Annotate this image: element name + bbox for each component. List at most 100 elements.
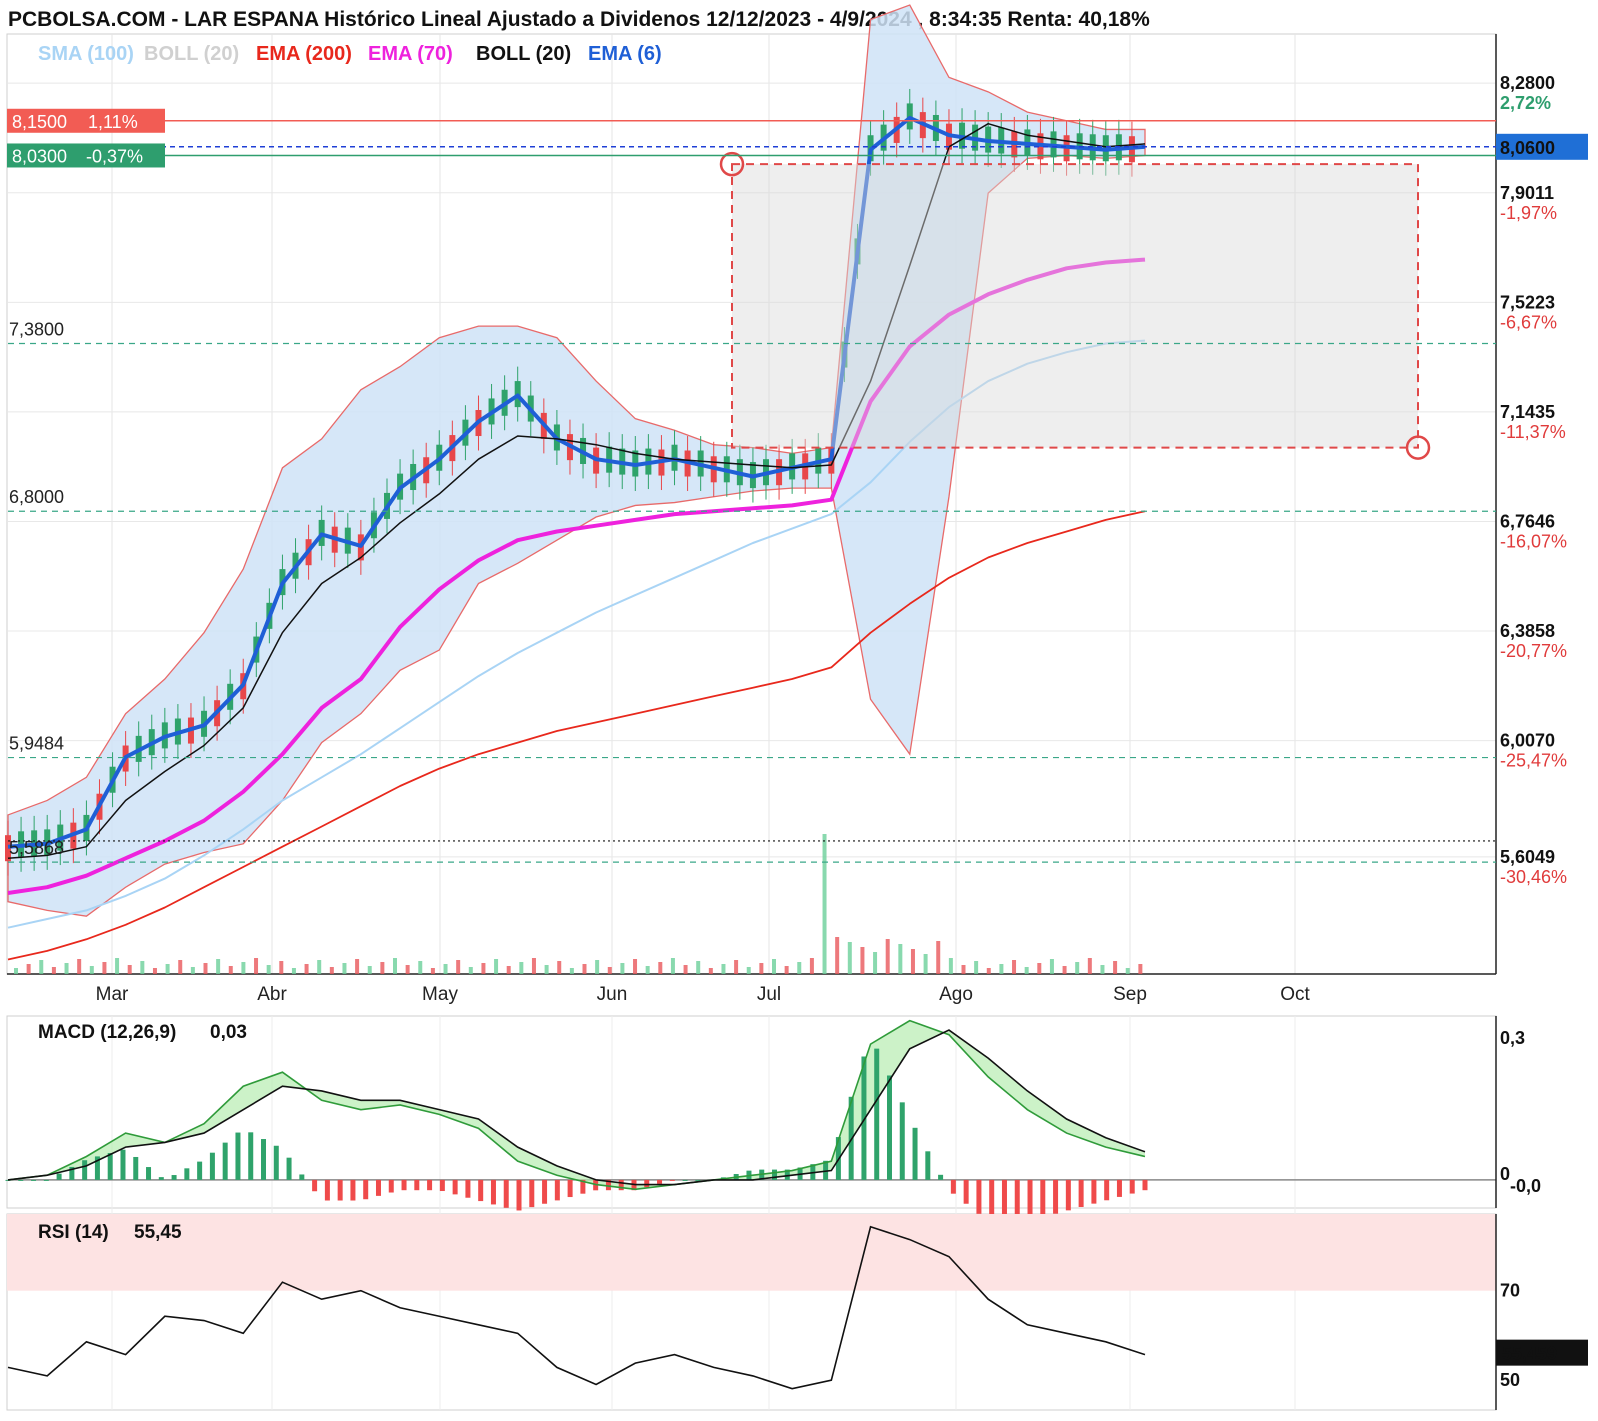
volume-bar <box>216 959 221 974</box>
volume-bar <box>544 965 549 974</box>
volume-bar <box>809 958 814 974</box>
macd-histogram-bar <box>669 1179 675 1181</box>
volume-bar <box>645 966 650 974</box>
macd-axis-top: 0,3 <box>1500 1028 1525 1048</box>
volume-bar <box>279 961 284 974</box>
volume-bar <box>885 939 890 974</box>
macd-histogram-bar <box>1116 1179 1122 1197</box>
macd-histogram-bar <box>1091 1179 1097 1204</box>
axis-value: 7,9011 <box>1500 183 1554 203</box>
rsi-value: 55,45 <box>134 1222 182 1243</box>
level-label: 6,8000 <box>9 487 64 507</box>
macd-histogram-bar <box>286 1157 292 1180</box>
volume-bar <box>784 966 789 974</box>
axis-value: 6,7646 <box>1500 511 1555 531</box>
volume-bar <box>115 958 120 974</box>
macd-value: 0,03 <box>210 1022 247 1043</box>
volume-bar <box>519 962 524 974</box>
axis-pct: -1,97% <box>1500 203 1557 223</box>
volume-bar <box>835 937 840 974</box>
volume-bar <box>304 964 309 974</box>
volume-bar <box>291 968 296 974</box>
macd-histogram-bar <box>82 1160 88 1180</box>
macd-histogram-bar <box>567 1179 573 1198</box>
month-label: Jul <box>757 984 781 1005</box>
volume-bar <box>405 965 410 974</box>
volume-bar <box>393 958 397 974</box>
volume-bar <box>127 965 132 974</box>
volume-bar <box>986 968 991 974</box>
axis-pct: -11,37% <box>1500 422 1566 442</box>
volume-bar <box>380 962 385 974</box>
macd-histogram-bar <box>312 1179 318 1192</box>
volume-bar <box>569 968 574 974</box>
current-price-value: 8,0600 <box>1500 138 1555 158</box>
axis-pct: -25,47% <box>1500 751 1567 771</box>
macd-axis-neg: -0,0 <box>1510 1176 1541 1196</box>
volume-bar <box>721 964 726 974</box>
level-label: 5,5868 <box>9 838 64 858</box>
volume-bar <box>266 965 271 974</box>
legend: SMA (100) BOLL (20) EMA (200) EMA (70) BOLL … <box>38 43 662 65</box>
volume-bar <box>1024 967 1029 974</box>
month-label: Mar <box>96 984 129 1005</box>
macd-histogram-bar <box>618 1179 624 1191</box>
volume-bar <box>228 966 233 974</box>
volume-bar <box>948 958 953 974</box>
macd-histogram-bar <box>1053 1179 1059 1214</box>
volume-bar <box>506 966 511 974</box>
volume-bar <box>14 968 18 974</box>
macd-histogram-bar <box>938 1174 944 1180</box>
volume-bar <box>696 961 701 974</box>
volume-bar <box>241 962 246 974</box>
volume-bar <box>342 963 347 974</box>
volume-bar <box>481 963 486 974</box>
macd-histogram-bar <box>133 1156 139 1180</box>
macd-histogram-bar <box>363 1179 369 1200</box>
macd-axis-zero: 0 <box>1500 1164 1510 1184</box>
month-label: Sep <box>1113 984 1147 1005</box>
flag-lower-price: 8,0300 <box>12 146 67 166</box>
macd-histogram-bar <box>388 1179 394 1193</box>
macd-histogram-bar <box>107 1153 113 1180</box>
flag-upper-price: 8,1500 <box>12 112 67 132</box>
chart-root: PCBOLSA.COM - LAR ESPANA Histórico Linea… <box>0 0 1598 1416</box>
volume-bar <box>658 962 663 974</box>
volume-bar <box>999 964 1004 974</box>
legend-item: BOLL (20) <box>476 43 571 65</box>
macd-histogram-bar <box>184 1168 190 1180</box>
flag-upper-pct: 1,11% <box>88 112 138 132</box>
legend-item: SMA (100) <box>38 43 134 65</box>
macd-histogram-bar <box>1040 1179 1046 1218</box>
macd-histogram-bar <box>248 1132 254 1180</box>
volume-bar <box>329 967 334 974</box>
macd-histogram-bar <box>427 1179 433 1191</box>
volume-bar <box>961 965 966 974</box>
volume-bar <box>51 967 56 974</box>
macd-histogram-bar <box>324 1179 330 1201</box>
macd-histogram-bar <box>516 1179 522 1211</box>
volume-bar <box>1012 960 1017 974</box>
macd-histogram-bar <box>1142 1179 1148 1191</box>
volume-bar <box>923 954 928 974</box>
legend-item: EMA (200) <box>256 43 352 65</box>
macd-histogram-bar <box>171 1175 177 1180</box>
volume-bar <box>26 964 31 974</box>
axis-pct: -20,77% <box>1500 641 1567 661</box>
price-chart: PCBOLSA.COM - LAR ESPANA Histórico Linea… <box>5 4 1588 1411</box>
macd-histogram-bar <box>657 1179 663 1184</box>
volume-bar <box>77 959 82 974</box>
macd-histogram-bar <box>529 1179 535 1208</box>
rsi-current-value: 55,459 <box>1502 1344 1557 1364</box>
rsi-axis-70: 70 <box>1500 1281 1520 1301</box>
macd-histogram-bar <box>695 1179 701 1181</box>
macd-histogram-bar <box>273 1145 279 1180</box>
level-label: 5,9484 <box>9 734 64 754</box>
macd-histogram-bar <box>1129 1179 1135 1194</box>
macd-histogram-bar <box>120 1149 126 1180</box>
axis-pct: -16,07% <box>1500 531 1567 551</box>
macd-histogram-bar <box>222 1142 228 1180</box>
volume-bar <box>494 959 499 974</box>
volume-bar <box>633 959 638 974</box>
volume-bar <box>1113 961 1118 974</box>
